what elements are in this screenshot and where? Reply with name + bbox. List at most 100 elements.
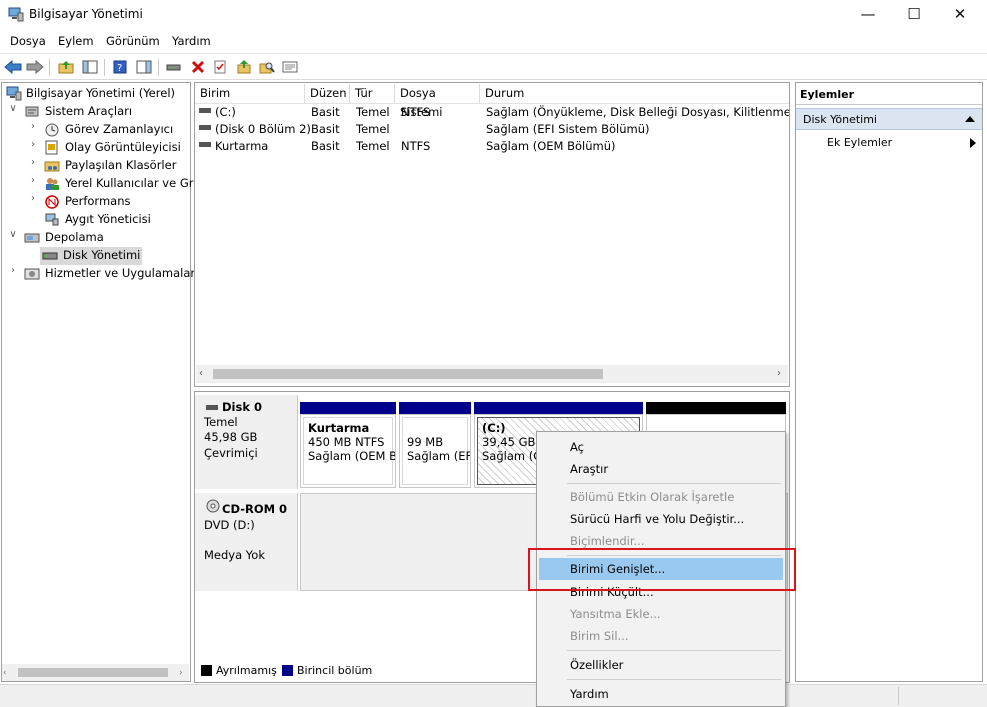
help-icon[interactable]: ? [110, 57, 130, 77]
properties-checklist-icon[interactable] [210, 57, 230, 77]
cdrom0-header[interactable]: CD-ROM 0 DVD (D:) Medya Yok [195, 493, 298, 591]
column-header-layout[interactable]: Düzen [305, 84, 350, 103]
partition-bar-primary [300, 402, 396, 414]
search-folder-icon[interactable] [257, 57, 277, 77]
back-icon[interactable] [3, 57, 23, 77]
menu-item-properties[interactable]: Özellikler [539, 654, 783, 676]
scroll-right-icon[interactable]: › [179, 668, 183, 678]
minimize-button[interactable]: — [845, 0, 891, 30]
menu-eylem[interactable]: Eylem [58, 34, 94, 48]
window-title: Bilgisayar Yönetimi [29, 7, 143, 21]
cdrom0-type: DVD (D:) [204, 518, 255, 532]
show-hide-console-tree-icon[interactable] [80, 57, 100, 77]
tree-item-disk-management[interactable]: Disk Yönetimi [40, 247, 142, 265]
chevron-right-icon[interactable]: › [28, 139, 38, 150]
cell-fs: NTFS [401, 105, 431, 119]
actions-more[interactable]: Ek Eylemler [796, 133, 982, 153]
menu-item-mark-active[interactable]: Bölümü Etkin Olarak İşaretle [539, 486, 783, 508]
partition-bar-primary [474, 402, 643, 414]
export-icon[interactable] [234, 57, 254, 77]
forward-icon[interactable] [25, 57, 45, 77]
partition-efi-body: 99 MB Sağlam (EF [402, 417, 470, 485]
menu-item-explore[interactable]: Araştır [539, 458, 783, 480]
chevron-down-icon[interactable]: ∨ [8, 229, 18, 240]
actions-more-label: Ek Eylemler [827, 136, 893, 149]
up-folder-icon[interactable] [56, 57, 76, 77]
table-row[interactable]: (Disk 0 Bölüm 2) Basit Temel Sağlam (EFI… [195, 121, 789, 138]
actions-section-disk-management[interactable]: Disk Yönetimi [796, 108, 982, 130]
scroll-right-icon[interactable]: › [777, 368, 781, 379]
tree-item-label: Olay Görüntüleyicisi [65, 140, 181, 154]
menu-item-delete-volume[interactable]: Birim Sil... [539, 625, 783, 647]
column-header-file-system[interactable]: Dosya Sistemi [395, 84, 480, 119]
storage-icon [24, 230, 40, 245]
legend-unallocated: Ayrılmamış [216, 664, 277, 677]
cell-volume: (Disk 0 Bölüm 2) [215, 122, 311, 136]
scroll-thumb[interactable] [213, 369, 603, 379]
toolbar: ? [0, 53, 987, 80]
cell-type: Temel [356, 122, 390, 136]
table-row[interactable]: Kurtarma Basit Temel NTFS Sağlam (OEM Bö… [195, 138, 789, 155]
chevron-right-icon[interactable]: › [28, 121, 38, 132]
disk0-type: Temel [204, 415, 238, 429]
disk0-state: Çevrimiçi [204, 446, 258, 460]
cell-layout: Basit [311, 139, 340, 153]
scroll-thumb[interactable] [18, 668, 168, 677]
menu-item-help[interactable]: Yardım [539, 683, 783, 705]
delete-icon[interactable] [188, 57, 208, 77]
menu-bar: Dosya Eylem Görünüm Yardım [0, 30, 987, 52]
details-view-icon[interactable] [280, 57, 300, 77]
close-button[interactable]: ✕ [937, 0, 983, 30]
volume-icon [199, 142, 211, 147]
shared-folder-icon [44, 158, 60, 173]
menu-yardim[interactable]: Yardım [172, 34, 211, 48]
menu-dosya[interactable]: Dosya [10, 34, 46, 48]
partition-efi[interactable]: 99 MB Sağlam (EF [399, 414, 471, 488]
tree-item-label: Görev Zamanlayıcı [65, 122, 174, 136]
chevron-right-icon[interactable]: › [28, 193, 38, 204]
tree-item-label: Depolama [45, 230, 104, 244]
menu-item-add-mirror[interactable]: Yansıtma Ekle... [539, 603, 783, 625]
tree-item-label: Disk Yönetimi [63, 248, 141, 262]
menu-item-change-drive-letter[interactable]: Sürücü Harfi ve Yolu Değiştir... [539, 508, 783, 530]
legend-swatch-primary [282, 665, 293, 676]
collapse-up-icon[interactable] [965, 114, 975, 124]
menu-gorunum[interactable]: Görünüm [106, 34, 160, 48]
menu-separator [567, 483, 781, 484]
chevron-down-icon[interactable]: ∨ [8, 103, 18, 114]
scroll-left-icon[interactable]: ‹ [199, 368, 203, 379]
legend-primary: Birincil bölüm [297, 664, 373, 677]
tree-item-label: Performans [65, 194, 131, 208]
cell-status: Sağlam (Önyükleme, Disk Belleği Dosyası,… [486, 105, 789, 119]
scroll-left-icon[interactable]: ‹ [3, 668, 7, 678]
column-header-status[interactable]: Durum [480, 84, 789, 103]
actions-header: Eylemler [796, 83, 982, 105]
menu-item-open[interactable]: Aç [539, 436, 783, 458]
column-header-type[interactable]: Tür [350, 84, 395, 103]
tree-horizontal-scrollbar[interactable]: ‹ › [2, 664, 189, 681]
show-hide-action-pane-icon[interactable] [134, 57, 154, 77]
maximize-button[interactable]: ☐ [891, 0, 937, 30]
partition-recovery[interactable]: Kurtarma 450 MB NTFS Sağlam (OEM B [300, 414, 396, 488]
cell-layout: Basit [311, 122, 340, 136]
chevron-right-icon[interactable]: › [8, 265, 18, 276]
services-icon [24, 266, 40, 281]
users-icon [44, 176, 60, 191]
menu-separator [567, 679, 781, 680]
toolbar-separator [49, 59, 50, 76]
chevron-right-icon[interactable]: › [28, 175, 38, 186]
title-bar: Bilgisayar Yönetimi — ☐ ✕ [0, 0, 987, 30]
volume-icon [199, 125, 211, 130]
table-row[interactable]: (C:) Basit Temel NTFS Sağlam (Önyükleme,… [195, 104, 789, 121]
cell-type: Temel [356, 139, 390, 153]
tools-icon [24, 104, 40, 119]
list-horizontal-scrollbar[interactable]: ‹ › [196, 365, 788, 383]
chevron-right-icon[interactable]: › [28, 157, 38, 168]
connect-drive-icon[interactable] [164, 57, 184, 77]
tree-item-label: Aygıt Yöneticisi [65, 212, 151, 226]
disk0-header[interactable]: Disk 0 Temel 45,98 GB Çevrimiçi [195, 395, 298, 489]
partition-bar-primary [399, 402, 471, 414]
cell-status: Sağlam (EFI Sistem Bölümü) [486, 122, 650, 136]
column-header-volume[interactable]: Birim [195, 84, 305, 103]
tree-item-label: Sistem Araçları [45, 104, 133, 118]
